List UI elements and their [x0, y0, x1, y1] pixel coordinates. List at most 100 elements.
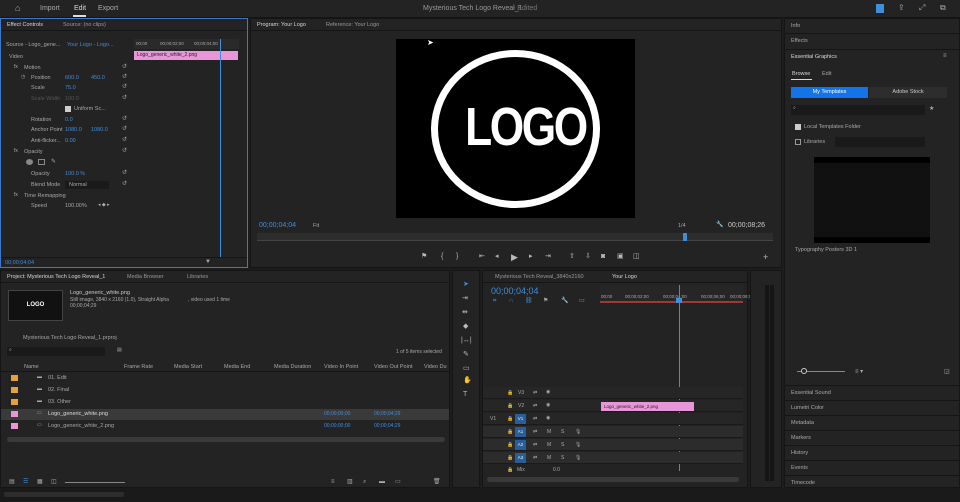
eg-search-input[interactable]: [791, 105, 925, 115]
metadata-tab[interactable]: Metadata: [785, 415, 959, 429]
wrench-icon[interactable]: 🔧: [716, 222, 723, 228]
mic-icon[interactable]: 🎙: [575, 455, 581, 461]
project-search-input[interactable]: [7, 347, 105, 356]
panel-menu-icon[interactable]: ≡: [943, 53, 947, 59]
step-back-icon[interactable]: ◂: [495, 253, 499, 260]
project-hscroll[interactable]: [7, 437, 445, 442]
effects-panel-tab[interactable]: Effects: [785, 33, 959, 47]
icon-view-icon[interactable]: ▦: [37, 479, 43, 485]
program-playhead[interactable]: [683, 233, 687, 241]
effect-timecode[interactable]: 00;00;04;04: [5, 260, 34, 266]
eye-icon[interactable]: ◉: [546, 402, 550, 408]
col-video-out[interactable]: Video Out Point: [374, 364, 412, 370]
hand-tool-icon[interactable]: ✋: [463, 377, 472, 384]
local-templates-checkbox[interactable]: [795, 124, 801, 130]
position-x[interactable]: 600.0: [65, 75, 79, 81]
go-to-out-icon[interactable]: ⇥: [545, 253, 551, 260]
lock-icon[interactable]: 🔒: [507, 429, 513, 435]
track-target-v1[interactable]: V1: [515, 414, 526, 424]
template-thumbnail[interactable]: [814, 157, 930, 243]
lock-icon[interactable]: 🔒: [507, 455, 513, 461]
selection-tool-icon[interactable]: ➤: [463, 281, 469, 288]
position-y[interactable]: 450.0: [91, 75, 105, 81]
info-panel-tab[interactable]: Info: [785, 19, 959, 33]
pen-tool-icon[interactable]: ✎: [463, 351, 469, 358]
lock-icon[interactable]: ▤: [9, 479, 15, 485]
find-icon[interactable]: ⌕: [363, 479, 366, 485]
track-v1[interactable]: V1 🔒 V1 ⇄ ◉: [483, 413, 743, 425]
track-v3[interactable]: 🔒 V3 ⇄ ◉: [483, 387, 743, 399]
sync-icon[interactable]: ⇄: [533, 455, 537, 461]
source-clip-label[interactable]: Source - Logo_gene...: [6, 42, 60, 48]
playhead-head[interactable]: [676, 298, 682, 303]
new-layer-icon[interactable]: ◲: [944, 369, 950, 375]
table-row[interactable]: ▬ 03. Other: [1, 397, 449, 408]
col-media-end[interactable]: Media End: [224, 364, 250, 370]
essential-sound-tab[interactable]: Essential Sound: [785, 385, 959, 399]
mark-in-icon[interactable]: {: [441, 253, 443, 260]
effect-playhead[interactable]: [220, 39, 221, 257]
sync-icon[interactable]: ⇄: [533, 390, 537, 396]
anchor-x[interactable]: 1080.0: [65, 127, 82, 133]
mute-button[interactable]: M: [547, 455, 551, 461]
blend-select[interactable]: Normal: [65, 181, 109, 189]
tab-source[interactable]: Source: (no clips): [63, 22, 106, 28]
program-scrubber[interactable]: [257, 233, 773, 241]
table-row[interactable]: ▬ 01. Edit: [1, 373, 449, 384]
timeline-timecode[interactable]: 00;00;04;04: [491, 286, 539, 296]
rectangle-tool-icon[interactable]: ▭: [463, 365, 470, 372]
reset-icon[interactable]: ↺: [122, 74, 127, 80]
libraries-checkbox[interactable]: [795, 139, 801, 145]
linked-icon[interactable]: ⛓: [525, 298, 533, 304]
reset-icon[interactable]: ↺: [122, 170, 127, 176]
new-folder-icon[interactable]: ▬: [379, 479, 385, 485]
history-tab[interactable]: History: [785, 445, 959, 459]
type-tool-icon[interactable]: T: [463, 391, 467, 398]
marker-icon[interactable]: ⚑: [421, 253, 427, 260]
mic-icon[interactable]: 🎙: [575, 442, 581, 448]
reset-icon[interactable]: ↺: [122, 116, 127, 122]
export-tab[interactable]: Export: [98, 5, 118, 12]
share-icon[interactable]: ⇪: [898, 4, 905, 12]
col-video-in[interactable]: Video In Point: [324, 364, 358, 370]
mute-button[interactable]: M: [547, 429, 551, 435]
timeline-hscroll[interactable]: [487, 477, 739, 482]
mix-value[interactable]: 0.0: [553, 467, 560, 473]
mute-button[interactable]: M: [547, 442, 551, 448]
lock-icon[interactable]: 🔒: [507, 390, 513, 396]
anchor-y[interactable]: 1080.0: [91, 127, 108, 133]
track-a3[interactable]: 🔒 A3 ⇄ M S 🎙: [483, 452, 743, 464]
essential-graphics-tab[interactable]: Essential Graphics: [785, 49, 959, 63]
tab-reference[interactable]: Reference: Your Logo: [326, 22, 379, 28]
track-select-icon[interactable]: ⇥: [462, 295, 468, 302]
reset-icon[interactable]: ↺: [122, 64, 127, 70]
reset-icon[interactable]: ↺: [122, 126, 127, 132]
camera-icon[interactable]: ◙: [601, 253, 605, 260]
events-tab[interactable]: Events: [785, 460, 959, 474]
track-a1[interactable]: 🔒 A1 ⇄ M S 🎙: [483, 426, 743, 438]
list-view-icon[interactable]: ☰: [23, 479, 28, 485]
tab-project[interactable]: Project: Mysterious Tech Logo Reveal_1: [7, 274, 105, 280]
extract-icon[interactable]: ⇩: [585, 253, 591, 260]
add-button-icon[interactable]: +: [763, 253, 768, 262]
ripple-edit-icon[interactable]: ⇹: [462, 309, 468, 316]
reset-icon[interactable]: ↺: [122, 148, 127, 154]
table-row[interactable]: ▭ Logo_generic_white_2.png 00;00;00;00 0…: [1, 421, 449, 432]
libraries-select[interactable]: [835, 137, 925, 147]
sort-icon[interactable]: ≡ ▾: [855, 369, 863, 375]
edit-tab-eg[interactable]: Edit: [822, 71, 831, 77]
reset-icon[interactable]: ↺: [122, 137, 127, 143]
opacity-value[interactable]: 100.0 %: [65, 171, 85, 177]
new-item-icon[interactable]: ▭: [395, 479, 401, 485]
table-row[interactable]: ▬ 02. Final: [1, 385, 449, 396]
effect-clip-bar[interactable]: Logo_generic_white_2.png: [134, 51, 238, 60]
import-tab[interactable]: Import: [40, 5, 60, 12]
slider-handle[interactable]: [801, 368, 807, 374]
sequence-clip-label[interactable]: Your Logo - Logo...: [67, 42, 114, 48]
col-frame-rate[interactable]: Frame Rate: [124, 364, 153, 370]
table-row[interactable]: ▭ Logo_generic_white.png 00;00;00;00 00;…: [1, 409, 449, 420]
workspace-icon[interactable]: [876, 4, 884, 13]
edit-tab[interactable]: Edit: [74, 5, 86, 12]
sync-icon[interactable]: ⇄: [533, 416, 537, 422]
program-frame[interactable]: LOGO: [396, 39, 635, 218]
